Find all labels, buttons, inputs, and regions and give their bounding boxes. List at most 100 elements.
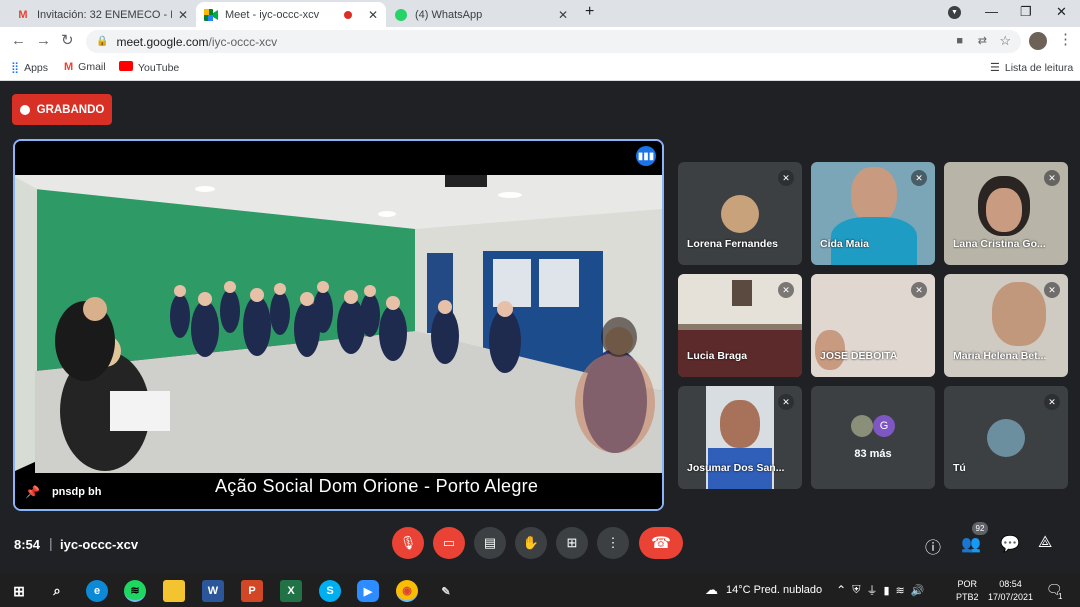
tab-label: Meet - iyc-occc-xcv — [225, 8, 320, 21]
participant-name: Josumar Dos San... — [687, 462, 785, 474]
avatar — [851, 167, 897, 223]
restore-button[interactable]: ❐ — [1020, 4, 1032, 20]
close-icon[interactable]: ✕ — [558, 8, 568, 22]
file-explorer-icon[interactable] — [163, 580, 185, 602]
volume-icon[interactable]: 🔊 — [911, 584, 925, 597]
excel-icon[interactable]: X — [280, 580, 302, 602]
battery-icon[interactable]: ▮ — [883, 584, 889, 597]
weather-text[interactable]: 14°C Pred. nublado — [726, 584, 822, 596]
address-bar[interactable]: 🔒 meet.google.com /iyc-occc-xcv ■ ⇄ ☆ — [86, 30, 1021, 53]
tab-meet[interactable]: Meet - iyc-occc-xcv ✕ — [196, 2, 386, 27]
mic-toggle-button[interactable]: 🎙 — [392, 527, 424, 559]
tab-gmail-invitation[interactable]: M Invitación: 32 ENEMECO - EDIÇÃ ✕ — [8, 2, 196, 27]
notification-count: 1 — [1058, 592, 1063, 601]
camera-in-use-icon[interactable]: ■ — [956, 35, 963, 47]
minimize-button[interactable]: — — [985, 4, 998, 19]
cloud-icon: ☁ — [705, 582, 718, 597]
participant-name: Lana Cristina Go... — [953, 238, 1046, 250]
participant-tile[interactable]: ✕ Lorena Fernandes — [678, 162, 802, 265]
participant-tile[interactable]: ✕ Cida Maia — [811, 162, 935, 265]
tab-whatsapp[interactable]: (4) WhatsApp ✕ — [386, 2, 576, 27]
close-icon[interactable]: ✕ — [368, 8, 378, 22]
captions-button[interactable]: ▤ — [474, 527, 506, 559]
profile-avatar[interactable] — [1029, 32, 1047, 50]
zoom-icon[interactable]: ▶ — [357, 580, 379, 602]
raise-hand-button[interactable]: ✋ — [515, 527, 547, 559]
chrome-icon[interactable]: ◉ — [396, 580, 418, 602]
usb-icon[interactable]: ⏚ — [866, 582, 877, 598]
avatar — [987, 419, 1025, 457]
mic-off-icon: ✕ — [911, 170, 927, 186]
self-tile[interactable]: ✕ Tú — [944, 386, 1068, 489]
classroom-video-frame — [15, 141, 662, 509]
translate-icon[interactable]: ⇄ — [978, 34, 987, 47]
meeting-code[interactable]: iyc-occc-xcv — [60, 537, 138, 552]
url-path: /iyc-occc-xcv — [208, 34, 278, 49]
bookmark-youtube[interactable]: YouTube — [119, 61, 179, 74]
network-icon[interactable]: ≋ — [896, 584, 905, 597]
gmail-icon: M — [64, 61, 74, 73]
bookmark-gmail[interactable]: M Gmail — [64, 61, 106, 73]
more-options-button[interactable]: ⋮ — [597, 527, 629, 559]
recording-badge[interactable]: GRABANDO — [12, 94, 112, 125]
avatar — [851, 415, 873, 437]
kebab-menu-icon[interactable]: ⋮ — [1058, 32, 1073, 48]
record-icon — [19, 104, 30, 115]
powerpoint-icon[interactable]: P — [241, 580, 263, 602]
hand-icon: ✋ — [522, 535, 540, 550]
reading-list[interactable]: ☰ Lista de leitura — [990, 61, 1074, 75]
avatar — [721, 195, 759, 233]
participant-tile[interactable]: ✕ Maria Helena Bet... — [944, 274, 1068, 377]
youtube-icon — [119, 61, 133, 74]
present-button[interactable]: ⊞ — [556, 527, 588, 559]
camera-off-icon: ▭ — [442, 535, 456, 550]
clock[interactable]: 08:54 17/07/2021 — [988, 578, 1033, 604]
bookmark-label: Gmail — [78, 61, 106, 73]
language-code: POR — [957, 579, 978, 589]
security-icon[interactable]: ⛨ — [852, 584, 860, 597]
spotify-icon[interactable]: ≋ — [124, 580, 146, 602]
bookmark-star-icon[interactable]: ☆ — [999, 33, 1011, 49]
mic-off-icon: ✕ — [1044, 282, 1060, 298]
main-video-tile[interactable]: ▮▮▮ 📌 pnsdp bh Ação Social Dom Orione - … — [13, 139, 664, 511]
phone-hangup-icon: ☎ — [651, 535, 671, 552]
info-icon[interactable]: ⓘ — [925, 534, 941, 558]
chevron-up-icon[interactable]: ⌃ — [836, 583, 846, 597]
participant-name: Lucia Braga — [687, 350, 748, 362]
bookmark-label: YouTube — [138, 61, 180, 74]
camera-toggle-button[interactable]: ▭ — [433, 527, 465, 559]
participant-tile[interactable]: ✕ Lucia Braga — [678, 274, 802, 377]
participant-tile[interactable]: ✕ Lana Cristina Go... — [944, 162, 1068, 265]
clock-time: 08:54 — [999, 579, 1022, 589]
participant-tile[interactable]: ✕ JOSE DEBOITA — [811, 274, 935, 377]
reading-list-label: Lista de leitura — [1004, 61, 1074, 74]
back-icon[interactable]: ← — [11, 33, 26, 49]
search-icon[interactable]: ⌕ — [46, 580, 68, 602]
participant-tile[interactable]: ✕ Josumar Dos San... — [678, 386, 802, 489]
chat-icon[interactable]: 💬 — [1000, 534, 1020, 554]
activities-icon[interactable]: ⟁ — [1038, 534, 1052, 552]
windows-start-icon[interactable]: ⊞ — [8, 580, 30, 602]
new-tab-button[interactable]: + — [585, 3, 594, 21]
close-icon[interactable]: ✕ — [178, 8, 188, 22]
bookmark-apps[interactable]: ⣿ Apps — [11, 61, 48, 75]
reload-icon[interactable]: ↻ — [61, 33, 74, 49]
language-indicator[interactable]: POR PTB2 — [956, 578, 979, 604]
mic-off-icon: ✕ — [778, 282, 794, 298]
tab-search-icon[interactable]: ▼ — [948, 6, 961, 19]
edge-icon[interactable]: e — [86, 580, 108, 602]
avatar — [992, 282, 1046, 346]
word-icon[interactable]: W — [202, 580, 224, 602]
paint-icon[interactable]: ✎ — [435, 580, 457, 602]
leave-call-button[interactable]: ☎ — [639, 527, 683, 559]
forward-icon[interactable]: → — [36, 33, 51, 49]
kebab-menu-icon: ⋮ — [606, 535, 620, 550]
close-window-button[interactable]: ✕ — [1056, 4, 1067, 20]
keyboard-layout: PTB2 — [956, 592, 979, 602]
wall-frame — [732, 280, 752, 306]
pin-icon[interactable]: 📌 — [25, 485, 40, 499]
skype-icon[interactable]: S — [319, 580, 341, 602]
more-participants-tile[interactable]: G 83 más — [811, 386, 935, 489]
people-icon[interactable]: 👥 — [961, 534, 981, 554]
apps-grid-icon: ⣿ — [11, 62, 20, 74]
